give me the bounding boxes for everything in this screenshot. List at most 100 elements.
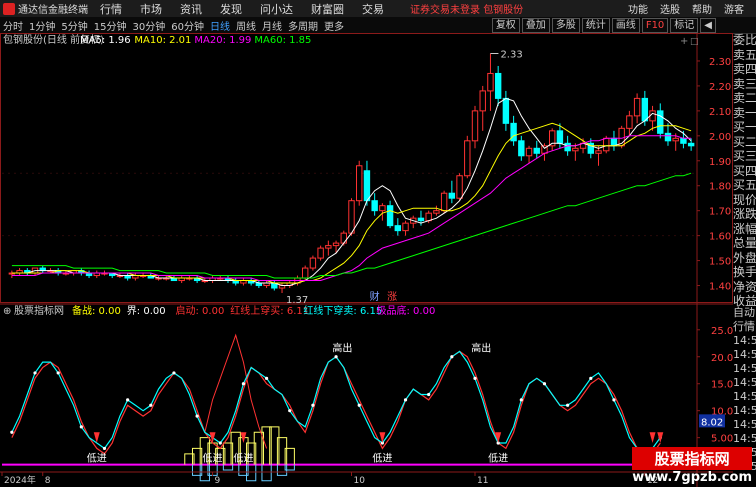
sidebar-label: 卖五 — [733, 47, 756, 62]
candle-body — [317, 247, 324, 259]
dip-signal-arrow — [649, 432, 656, 444]
period-weekly[interactable]: 周线 — [233, 18, 259, 33]
period-30min[interactable]: 30分钟 — [129, 18, 168, 33]
y-tick-label: 2.20 — [709, 82, 731, 93]
btn-overlay[interactable]: 叠加 — [521, 17, 550, 33]
candle-body — [471, 110, 479, 142]
candle-body — [502, 97, 510, 124]
dip-signal-label: 低进 — [87, 451, 107, 464]
indicator-spike — [204, 333, 268, 449]
watermark-url: www.7gpzb.com — [632, 470, 752, 485]
btn-adjust[interactable]: 复权 — [491, 17, 520, 33]
candle-body — [440, 192, 448, 212]
menu-function[interactable]: 功能 — [628, 1, 648, 16]
sidebar-time-label: 14:5 — [733, 362, 756, 375]
sidebar-label: 卖一 — [733, 105, 756, 120]
ind-y-tick-label: 20.00 — [711, 353, 733, 364]
sidebar-label: 现价 — [733, 192, 756, 207]
indicator-toggle-icon: ⊕ — [3, 306, 11, 317]
menu-market[interactable]: 行情 — [100, 1, 122, 17]
indicator-label-1: 界: 0.00 — [127, 305, 166, 317]
period-monthly[interactable]: 月线 — [259, 18, 285, 33]
candle-body — [417, 217, 425, 222]
indicator-dot — [566, 403, 570, 407]
high-price-label: 2.33 — [500, 49, 522, 60]
period-5min[interactable]: 5分钟 — [58, 18, 90, 33]
menu-trade[interactable]: 交易 — [362, 1, 384, 17]
ma-label-0: MA5: 1.96 — [80, 35, 131, 46]
dip-signal-label: 低进 — [372, 451, 392, 464]
indicator-dot — [126, 398, 130, 402]
menu-exchange[interactable]: 市场 — [140, 1, 162, 17]
menu-discover[interactable]: 发现 — [220, 1, 242, 17]
candle-body — [456, 175, 463, 199]
indicator-dot — [334, 355, 338, 359]
menu-select[interactable]: 选股 — [660, 1, 680, 16]
quote-sidebar: 委比 卖五 卖四 卖三 卖二 卖一 买一 买二 买三 买四 买五 现价 涨跌 涨幅 总量 外盘 换手 净资 收益 — [733, 33, 756, 353]
period-timeshare[interactable]: 分时 — [0, 18, 26, 33]
menu-news[interactable]: 资讯 — [180, 1, 202, 17]
period-1min[interactable]: 1分钟 — [26, 18, 58, 33]
ma-label-2: MA20: 1.99 — [194, 35, 251, 46]
candle-body — [464, 140, 471, 177]
indicator-label-4: 红线下穿卖: 6.15 — [303, 304, 382, 317]
y-tick-label: 1.90 — [709, 157, 731, 168]
sidebar-time-label: 行情 — [733, 320, 755, 333]
y-tick-label: 1.50 — [709, 257, 731, 268]
ind-y-tick-label: 25.00 — [711, 326, 733, 337]
candle-body — [301, 267, 309, 279]
sidebar-label: 卖二 — [733, 91, 756, 105]
y-tick-label: 1.70 — [709, 207, 731, 218]
period-multi[interactable]: 多周期 — [285, 18, 321, 33]
candle-body — [664, 132, 672, 142]
btn-mark[interactable]: 标记 — [670, 17, 699, 33]
menu-wealth[interactable]: 财富圈 — [311, 1, 344, 17]
sidebar-time-label: 14:5 — [733, 390, 756, 403]
indicator-dot — [357, 403, 361, 407]
candle-body — [348, 200, 355, 234]
btn-multi-stock[interactable]: 多股 — [551, 17, 580, 33]
expand-icon: □ — [690, 37, 699, 47]
period-15min[interactable]: 15分钟 — [91, 18, 130, 33]
candle-body — [626, 115, 633, 129]
period-daily[interactable]: 日线 — [207, 18, 233, 33]
indicator-label-3: 红线上穿买: 6.11 — [230, 304, 309, 317]
top-signal-label: 高出 — [332, 341, 352, 354]
candle-body — [371, 200, 378, 212]
login-status-text: 证券交易未登录 — [410, 5, 480, 16]
sidebar-label: 涨幅 — [733, 221, 756, 236]
x-tick-label: 11 — [477, 476, 488, 486]
candle-body — [394, 225, 402, 232]
period-more[interactable]: 更多 — [321, 18, 347, 33]
indicator-dot — [473, 376, 477, 380]
candle-body — [448, 192, 456, 199]
candle-body — [641, 97, 649, 122]
sidebar-time-label: 14:5 — [733, 348, 756, 361]
indicator-dot — [33, 371, 37, 375]
period-60min[interactable]: 60分钟 — [168, 18, 207, 33]
candle-body — [402, 222, 409, 232]
candle-body — [572, 147, 579, 152]
btn-f10[interactable]: F10 — [641, 17, 669, 33]
btn-stats[interactable]: 统计 — [581, 17, 610, 33]
sidebar-label: 委比 — [733, 33, 756, 47]
candle-body — [603, 137, 610, 152]
btn-collapse[interactable]: ◀ — [700, 17, 716, 33]
sidebar-label: 总量 — [733, 236, 756, 250]
x-tick-label: 9 — [215, 476, 221, 486]
btn-draw[interactable]: 画线 — [611, 17, 640, 33]
indicator-dot — [403, 398, 408, 402]
candle-body — [564, 142, 571, 152]
menu-help[interactable]: 帮助 — [692, 1, 712, 16]
sidebar-time-label: 14:5 — [733, 432, 756, 445]
candle-body — [657, 110, 664, 134]
guest-label[interactable]: 游客 — [724, 1, 744, 16]
candle-body — [386, 205, 394, 227]
sidebar-label: 涨跌 — [733, 207, 756, 221]
menu-ask[interactable]: 问小达 — [260, 1, 293, 17]
candle-body — [633, 97, 641, 117]
candle-body — [340, 232, 347, 244]
login-status[interactable]: 证券交易未登录 包钢股份 — [410, 1, 523, 16]
candle-body — [680, 137, 687, 144]
stock-chart[interactable]: 包钢股份(日线 前复权)MA5: 1.96 MA10: 2.01 MA20: 1.9… — [0, 33, 733, 487]
